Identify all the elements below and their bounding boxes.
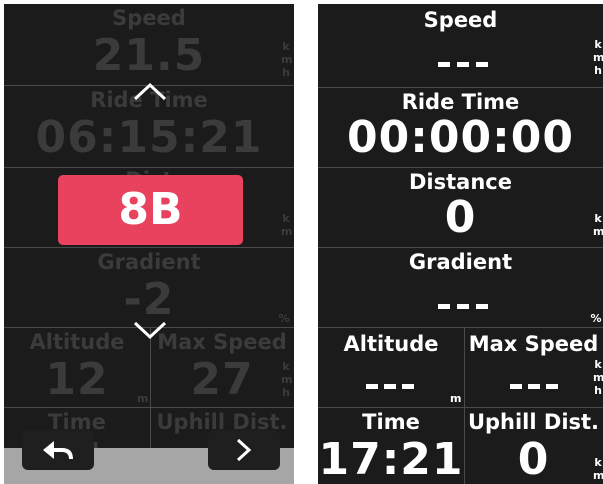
altitude-field: Altitude --- m <box>318 328 464 408</box>
gradient-label: Gradient <box>97 250 201 274</box>
speed-dashes <box>438 62 450 67</box>
back-arrow-icon <box>43 441 73 460</box>
uphill-dist-label: Uphill Dist. <box>467 410 600 434</box>
chevron-up-icon[interactable] <box>132 82 168 102</box>
distance-unit: km <box>593 212 603 238</box>
max-speed-dash <box>510 384 522 389</box>
altitude-unit: m <box>450 392 462 405</box>
speed-label: Speed <box>112 6 186 30</box>
altitude-label: Altitude <box>29 330 125 354</box>
right-screen: Speed --- kmh Ride Time 00:00:00 Distanc… <box>318 4 603 484</box>
speed-value: 21.5 <box>92 30 206 81</box>
chevron-down-icon[interactable] <box>132 320 168 340</box>
max-speed-unit: kmh <box>593 358 603 397</box>
max-speed-unit: kmh <box>281 360 293 399</box>
gradient-dash <box>457 304 469 309</box>
altitude-unit: m <box>137 392 149 405</box>
altitude-dash <box>402 384 414 389</box>
distance-unit: km <box>281 212 293 238</box>
max-speed-value: 27 <box>190 354 254 405</box>
ride-time-field: Ride Time 00:00:00 <box>318 88 603 168</box>
uphill-dist-value: 0 <box>517 434 550 484</box>
max-speed-dash <box>528 384 540 389</box>
ride-time-value: 00:00:00 <box>347 112 574 163</box>
time-field: Time 17:21 <box>318 408 464 484</box>
speed-unit: kmh <box>281 40 293 79</box>
gradient-dash <box>438 304 450 309</box>
altitude-value: 12 <box>45 354 109 405</box>
gradient-unit: % <box>590 312 602 325</box>
ride-time-label: Ride Time <box>401 90 520 114</box>
chevron-right-icon <box>236 438 252 462</box>
uphill-dist-field: Uphill Dist. 0 km <box>464 408 603 484</box>
altitude-field: Altitude 12 m <box>4 328 150 408</box>
distance-field: Distance 0 km <box>318 168 603 248</box>
ride-time-value: 06:15:21 <box>35 112 263 163</box>
gradient-dash <box>476 304 488 309</box>
gradient-label: Gradient <box>408 250 513 274</box>
speed-dash <box>457 62 469 67</box>
altitude-dash <box>384 384 396 389</box>
time-label: Time <box>362 410 420 434</box>
max-speed-field: Max Speed 27 kmh <box>150 328 294 408</box>
speed-field: Speed 21.5 kmh <box>4 4 294 86</box>
max-speed-label: Max Speed <box>468 332 599 356</box>
altitude-dash <box>366 384 378 389</box>
gradient-field: Gradient --- % <box>318 248 603 328</box>
gradient-value: -2 <box>123 274 175 325</box>
max-speed-dash <box>546 384 558 389</box>
back-button[interactable] <box>22 430 94 470</box>
time-value: 17:21 <box>318 434 464 484</box>
gradient-unit: % <box>278 312 290 325</box>
speed-label: Speed <box>423 8 498 32</box>
popup-badge[interactable]: 8B <box>58 175 243 245</box>
distance-value: 0 <box>444 192 477 243</box>
speed-unit: kmh <box>593 38 603 77</box>
distance-label: Distance <box>409 170 512 194</box>
max-speed-label: Max Speed <box>157 330 287 354</box>
speed-field: Speed --- kmh <box>318 4 603 88</box>
speed-dash <box>476 62 488 67</box>
uphill-dist-unit: km <box>593 456 603 482</box>
next-button[interactable] <box>208 430 280 470</box>
gradient-field: Gradient -2 % <box>4 248 294 328</box>
altitude-label: Altitude <box>343 332 439 356</box>
max-speed-field: Max Speed --- kmh <box>464 328 603 408</box>
